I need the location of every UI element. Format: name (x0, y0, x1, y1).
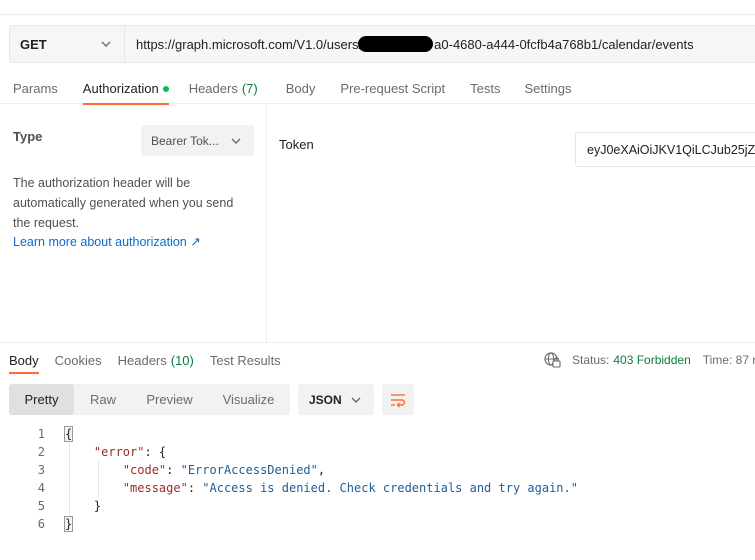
auth-token-panel: Token eyJ0eXAiOiJKV1QiLCJub25jZS (267, 104, 755, 342)
code-line: 4 "message": "Access is denied. Check cr… (0, 479, 755, 497)
token-label: Token (279, 137, 314, 152)
tab-response-body[interactable]: Body (9, 347, 39, 374)
learn-more-link[interactable]: Learn more about authorization ↗ (13, 234, 201, 249)
tab-label: Test Results (209, 352, 281, 368)
code-line: 3 "code": "ErrorAccessDenied", (0, 461, 755, 479)
response-status-bar: Status: 403 Forbidden Time: 87 m (543, 351, 755, 369)
line-number: 2 (37, 445, 45, 459)
wrap-lines-icon (391, 393, 406, 407)
wrap-lines-button[interactable] (382, 384, 414, 415)
json-key: "code" (122, 463, 167, 477)
tab-count: (10) (170, 352, 194, 368)
matched-brace: { (63, 426, 74, 442)
tab-pre-request-script[interactable]: Pre-request Script (340, 73, 445, 104)
tab-count: (7) (241, 81, 258, 96)
tab-tests[interactable]: Tests (470, 73, 500, 104)
tab-label: Body (285, 81, 316, 96)
tab-cookies[interactable]: Cookies (55, 347, 102, 373)
tab-authorization[interactable]: Authorization (82, 73, 169, 105)
chevron-down-icon (351, 397, 361, 403)
format-value: JSON (309, 392, 342, 407)
line-content: } (63, 516, 74, 532)
auth-type-select[interactable]: Bearer Tok... (141, 125, 254, 156)
code-line: 6 } (0, 515, 755, 533)
tab-label: Headers (188, 81, 238, 96)
view-tab-label: Pretty (24, 392, 59, 407)
auth-description: The authorization header will be automat… (13, 176, 234, 230)
auth-type-panel: Type Bearer Tok... The authorization hea… (0, 104, 267, 342)
line-content: "error": { (65, 445, 166, 459)
tab-response-headers[interactable]: Headers (10) (118, 347, 194, 373)
tab-settings[interactable]: Settings (524, 73, 571, 104)
line-content: } (65, 499, 101, 513)
response-body-code[interactable]: 1 { 2 "error": { 3 "code": "ErrorAccessD… (0, 425, 755, 533)
tab-headers[interactable]: Headers (7) (189, 73, 258, 104)
tab-label: Pre-request Script (340, 81, 446, 96)
tab-label: Tests (470, 81, 501, 96)
json-punct: : (166, 463, 181, 477)
tab-params[interactable]: Params (13, 73, 58, 104)
json-string: "Access is denied. Check credentials and… (202, 481, 578, 495)
url-bar: GET https://graph.microsoft.com/V1.0/use… (9, 25, 755, 63)
tab-label: Body (9, 352, 39, 368)
active-dot-icon (162, 85, 169, 92)
view-tab-pretty[interactable]: Pretty (9, 384, 74, 415)
postman-request-view: GET https://graph.microsoft.com/V1.0/use… (0, 0, 755, 560)
line-content: "message": "Access is denied. Check cred… (65, 481, 578, 495)
tab-label: Authorization (82, 81, 159, 96)
view-mode-tabs: Pretty Raw Preview Visualize (9, 384, 290, 415)
url-suffix: a0-4680-a444-0fcfb4a768b1/calendar/event… (434, 36, 694, 52)
tab-label: Params (13, 81, 58, 96)
matched-brace: } (63, 516, 74, 532)
tab-label: Headers (117, 352, 167, 368)
json-key: "error" (93, 445, 145, 459)
status-badge[interactable]: 403 Forbidden (613, 353, 690, 367)
chevron-down-icon (101, 41, 111, 47)
redaction-mark (358, 36, 434, 52)
globe-icon[interactable] (543, 351, 561, 369)
line-content: { (63, 426, 74, 442)
line-number: 5 (37, 499, 45, 513)
json-punct: , (317, 463, 326, 477)
view-tab-label: Raw (89, 392, 116, 407)
line-number: 4 (37, 481, 45, 495)
method-label: GET (20, 36, 47, 52)
view-tab-visualize[interactable]: Visualize (207, 384, 290, 415)
code-line: 5 } (0, 497, 755, 515)
view-tab-label: Preview (146, 392, 193, 407)
chevron-down-icon (231, 138, 241, 144)
code-line: 2 "error": { (0, 443, 755, 461)
top-strip (0, 0, 755, 15)
panel-divider[interactable] (0, 342, 755, 343)
request-tabs: Params Authorization Headers (7) Body Pr… (0, 73, 755, 105)
tab-test-results[interactable]: Test Results (210, 347, 281, 373)
json-punct: : { (144, 445, 167, 459)
json-key: "message" (122, 481, 188, 495)
tab-body[interactable]: Body (286, 73, 316, 104)
json-string: "ErrorAccessDenied" (180, 463, 318, 477)
json-punct: } (93, 499, 102, 513)
url-input[interactable]: https://graph.microsoft.com/V1.0/users/a… (125, 26, 755, 62)
url-prefix: https://graph.microsoft.com/V1.0/users/ (136, 36, 363, 52)
token-value: eyJ0eXAiOiJKV1QiLCJub25jZS (587, 142, 755, 157)
tab-label: Settings (524, 81, 572, 96)
tab-label: Cookies (54, 352, 102, 368)
auth-type-value: Bearer Tok... (151, 133, 219, 148)
method-select[interactable]: GET (10, 26, 125, 62)
view-tab-label: Visualize (222, 392, 275, 407)
code-line: 1 { (0, 425, 755, 443)
token-input[interactable]: eyJ0eXAiOiJKV1QiLCJub25jZS (575, 132, 755, 167)
response-time[interactable]: Time: 87 m (703, 353, 755, 367)
view-tab-preview[interactable]: Preview (132, 384, 207, 415)
type-label: Type (13, 129, 43, 144)
line-content: "code": "ErrorAccessDenied", (65, 463, 325, 477)
view-tab-raw[interactable]: Raw (74, 384, 132, 415)
line-number: 6 (37, 517, 45, 531)
line-number: 3 (37, 463, 45, 477)
line-number: 1 (37, 427, 45, 441)
status-label: Status: (572, 353, 610, 367)
format-select[interactable]: JSON (298, 384, 374, 415)
json-punct: : (187, 481, 203, 495)
